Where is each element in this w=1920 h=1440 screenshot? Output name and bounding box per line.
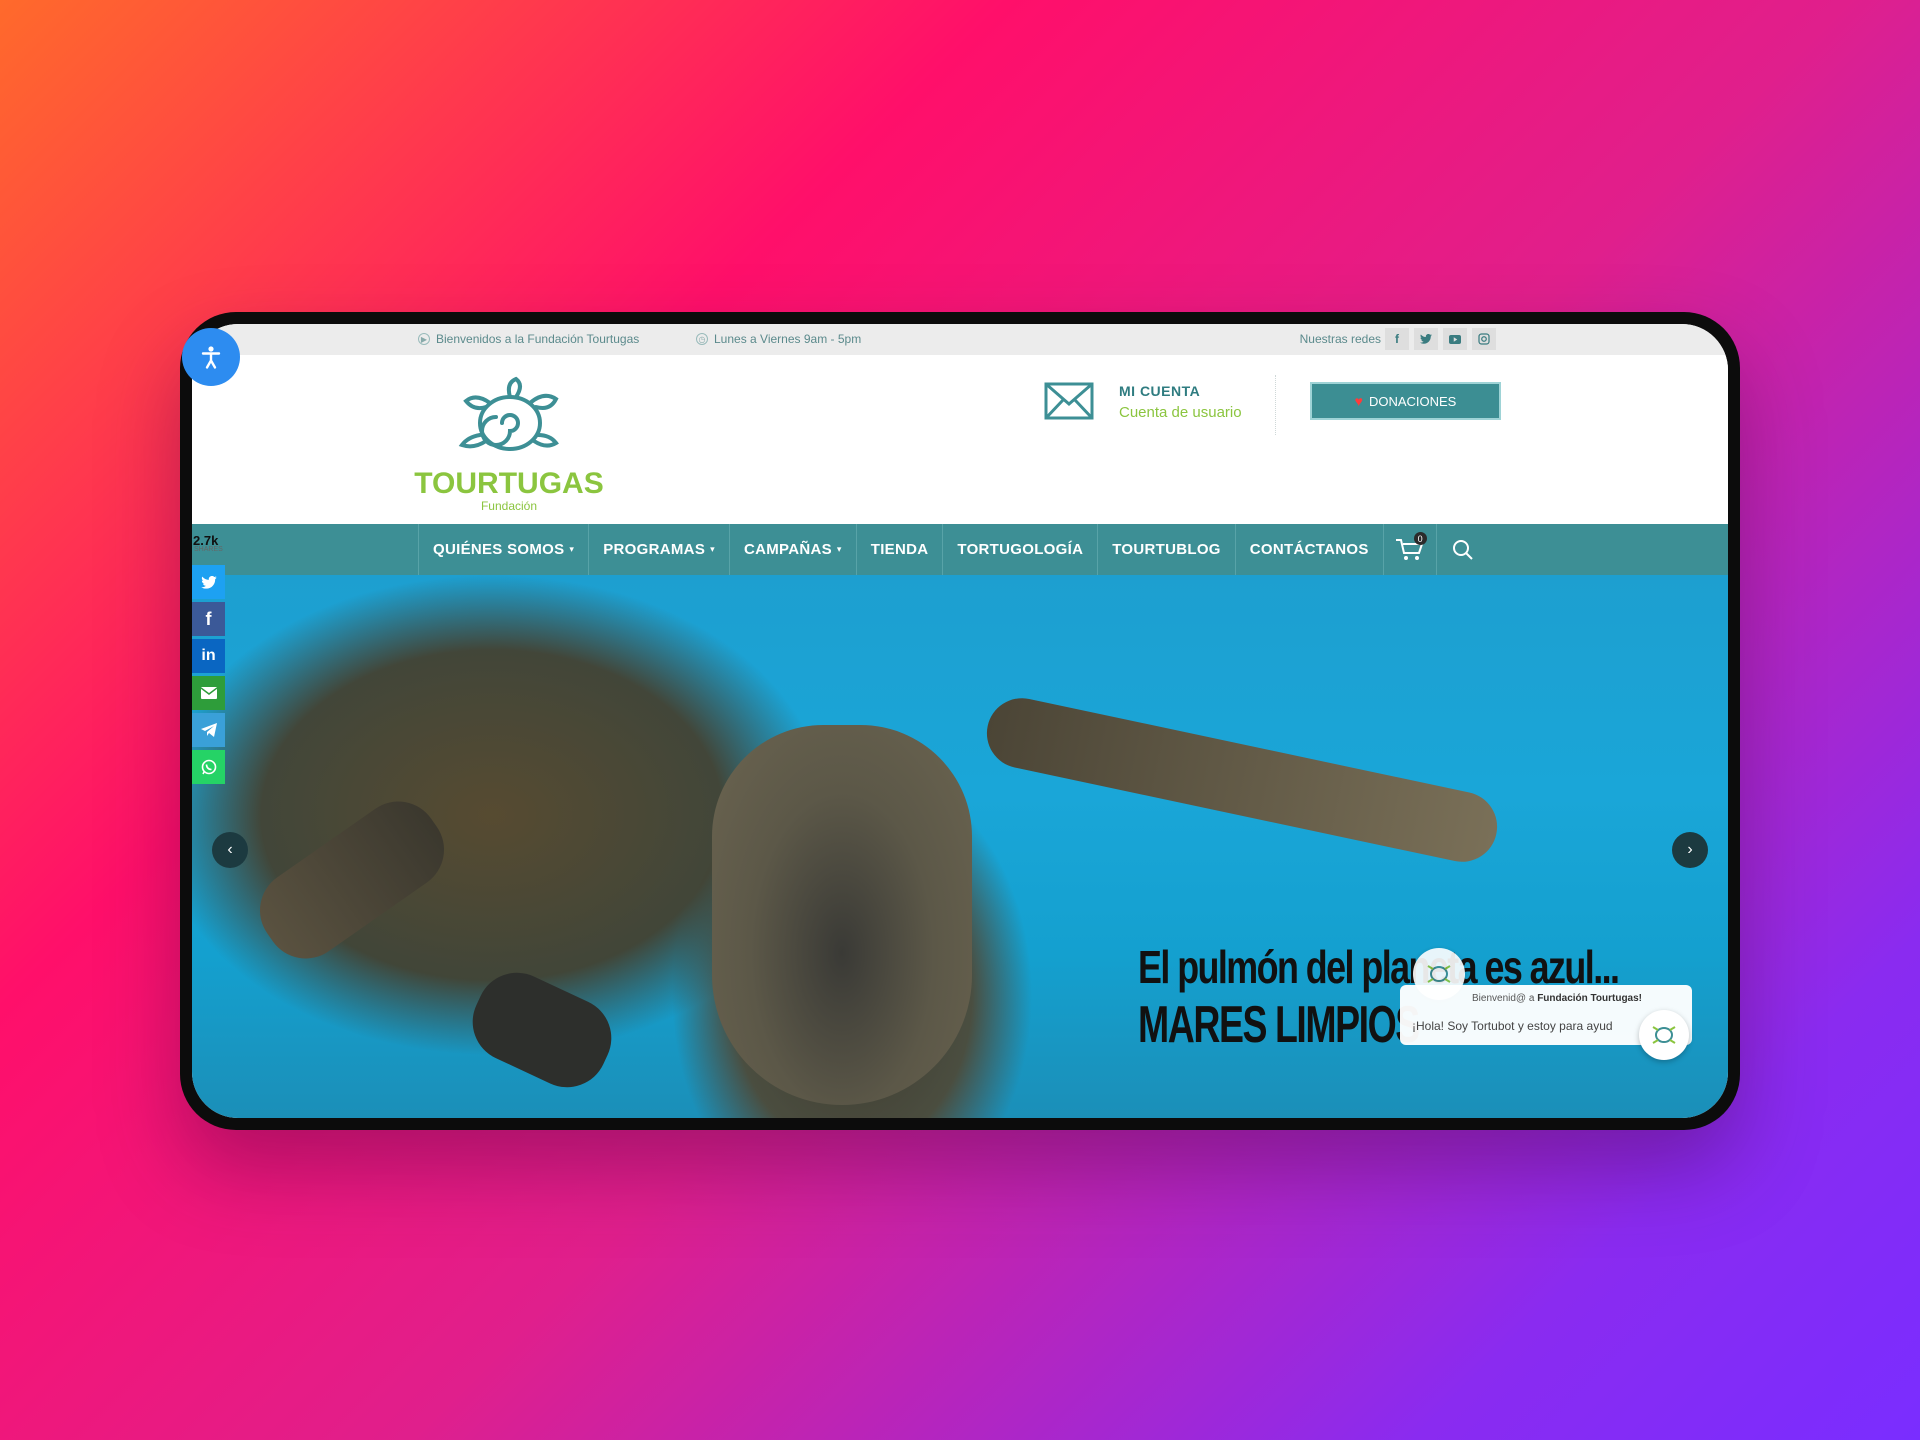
nav-label: CAMPAÑAS bbox=[743, 541, 832, 558]
chat-greeting: Bienvenid@ a Fundación Tourtugas! bbox=[1472, 993, 1642, 1004]
facebook-icon: f bbox=[205, 608, 212, 629]
youtube-icon[interactable] bbox=[1443, 328, 1467, 350]
chat-message: ¡Hola! Soy Tortubot y estoy para ayud bbox=[1412, 1019, 1613, 1033]
twitter-icon bbox=[200, 575, 217, 589]
twitter-icon[interactable] bbox=[1414, 328, 1438, 350]
nav-item-campanas[interactable]: CAMPAÑAS ▾ bbox=[728, 524, 856, 575]
play-circle-icon: ▶ bbox=[418, 333, 430, 345]
welcome-item: ▶ Bienvenidos a la Fundación Tourtugas bbox=[418, 332, 639, 346]
chevron-right-icon: › bbox=[1687, 841, 1693, 858]
cart-count-badge: 0 bbox=[1413, 532, 1427, 545]
chevron-down-icon: ▾ bbox=[710, 544, 715, 554]
account-subtitle[interactable]: Cuenta de usuario bbox=[1119, 404, 1242, 421]
whatsapp-icon bbox=[201, 759, 216, 775]
top-info-bar: ▶ Bienvenidos a la Fundación Tourtugas ◷… bbox=[192, 324, 1728, 355]
heart-icon: ♥ bbox=[1354, 393, 1363, 409]
clock-icon: ◷ bbox=[696, 333, 708, 345]
turtle-head bbox=[712, 725, 972, 1105]
chevron-down-icon: ▾ bbox=[569, 544, 575, 554]
logo-subtitle: Fundación bbox=[480, 499, 538, 513]
turtle-logo-icon bbox=[458, 376, 559, 451]
email-icon bbox=[200, 687, 217, 699]
cart-button[interactable]: 0 bbox=[1382, 524, 1436, 575]
chevron-down-icon: ▾ bbox=[836, 544, 842, 554]
share-label: SHARES bbox=[194, 546, 223, 553]
donate-button[interactable]: ♥ DONACIONES bbox=[1310, 382, 1501, 420]
nav-item-tortugologia[interactable]: TORTUGOLOGÍA bbox=[942, 524, 1097, 575]
main-nav: QUIÉNES SOMOS ▾ PROGRAMAS ▾ CAMPAÑAS ▾ TIEN… bbox=[192, 524, 1728, 575]
hours-item: ◷ Lunes a Viernes 9am - 5pm bbox=[696, 332, 861, 346]
search-icon bbox=[1452, 539, 1473, 560]
chat-greeting-name: Fundación Tourtugas! bbox=[1537, 993, 1643, 1004]
linkedin-icon: in bbox=[201, 647, 216, 664]
share-whatsapp-button[interactable] bbox=[192, 750, 225, 784]
search-button[interactable] bbox=[1435, 524, 1489, 575]
site-header: TOURTUGAS Fundación MI CUENTA Cuenta de … bbox=[192, 355, 1728, 524]
nav-item-tourtublog[interactable]: TOURTUBLOG bbox=[1097, 524, 1235, 575]
chevron-left-icon: ‹ bbox=[227, 841, 233, 858]
accessibility-button[interactable] bbox=[182, 328, 240, 386]
chat-launcher-button[interactable] bbox=[1639, 1010, 1689, 1060]
share-facebook-button[interactable]: f bbox=[192, 602, 225, 636]
telegram-icon bbox=[200, 723, 217, 737]
donate-label: DONACIONES bbox=[1368, 393, 1457, 409]
turtle-logo-icon bbox=[1652, 1026, 1676, 1044]
instagram-icon[interactable] bbox=[1472, 328, 1496, 350]
nav-label: PROGRAMAS bbox=[603, 541, 706, 558]
slider-prev-button[interactable]: ‹ bbox=[212, 832, 248, 868]
share-linkedin-button[interactable]: in bbox=[192, 639, 225, 673]
turtle-flipper-rear bbox=[459, 959, 625, 1101]
nav-item-contactanos[interactable]: CONTÁCTANOS bbox=[1234, 524, 1383, 575]
hours-text: Lunes a Viernes 9am - 5pm bbox=[714, 332, 862, 346]
hero-subheadline: MARES LIMPIOS bbox=[1138, 996, 1420, 1054]
nav-label: CONTÁCTANOS bbox=[1249, 541, 1369, 558]
turtle-flipper-left bbox=[244, 785, 460, 975]
slider-next-button[interactable]: › bbox=[1672, 832, 1708, 868]
chat-greeting-prefix: Bienvenid@ a bbox=[1472, 993, 1535, 1004]
nav-menu: QUIÉNES SOMOS ▾ PROGRAMAS ▾ CAMPAÑAS ▾ TIEN… bbox=[418, 524, 1489, 575]
nav-item-programas[interactable]: PROGRAMAS ▾ bbox=[588, 524, 729, 575]
social-label: Nuestras redes bbox=[1299, 332, 1381, 346]
tourtugas-logo[interactable]: TOURTUGAS Fundación bbox=[414, 373, 604, 513]
nav-label: TOURTUBLOG bbox=[1112, 541, 1221, 558]
turtle-flipper-right bbox=[980, 691, 1504, 869]
header-divider bbox=[1275, 375, 1277, 435]
logo-wordmark: TOURTUGAS bbox=[414, 467, 604, 500]
share-telegram-button[interactable] bbox=[192, 713, 225, 747]
facebook-icon[interactable]: f bbox=[1385, 328, 1409, 350]
account-title[interactable]: MI CUENTA bbox=[1119, 383, 1200, 399]
turtle-logo-icon bbox=[1427, 965, 1451, 983]
welcome-text: Bienvenidos a la Fundación Tourtugas bbox=[436, 332, 640, 346]
nav-label: TIENDA bbox=[870, 541, 929, 558]
nav-item-tienda[interactable]: TIENDA bbox=[855, 524, 943, 575]
share-twitter-button[interactable] bbox=[192, 565, 225, 599]
nav-label: TORTUGOLOGÍA bbox=[957, 541, 1084, 558]
nav-label: QUIÉNES SOMOS bbox=[433, 541, 565, 558]
nav-item-quienes-somos[interactable]: QUIÉNES SOMOS ▾ bbox=[418, 524, 588, 575]
accessibility-icon bbox=[201, 346, 221, 369]
share-sidebar: 2.7k SHARES bbox=[192, 533, 225, 553]
envelope-icon[interactable] bbox=[1044, 382, 1094, 420]
share-email-button[interactable] bbox=[192, 676, 225, 710]
